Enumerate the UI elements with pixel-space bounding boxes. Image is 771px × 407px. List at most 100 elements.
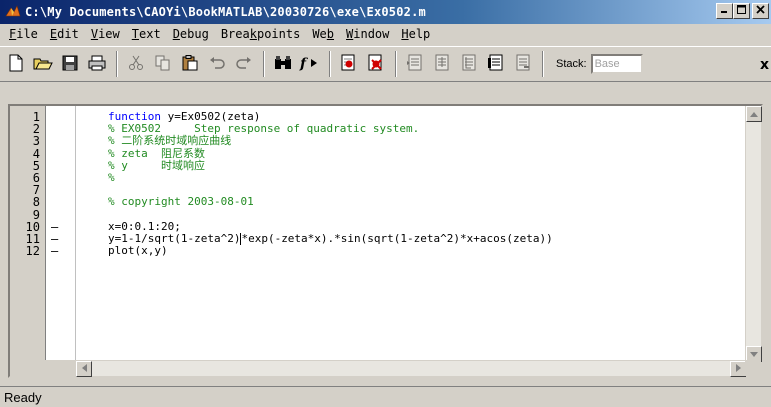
- set-breakpoint-button[interactable]: [337, 52, 361, 76]
- menu-breakpoints[interactable]: Breakpoints: [215, 27, 307, 41]
- copy-icon: [155, 55, 171, 74]
- exit-debug-icon: [514, 54, 532, 75]
- line-number: 8: [32, 195, 40, 210]
- code-line[interactable]: %: [108, 172, 115, 184]
- toolbar-separator: [395, 51, 397, 77]
- step-in-icon: [433, 54, 451, 75]
- paste-icon: [182, 54, 198, 74]
- menu-window[interactable]: Window: [340, 27, 395, 41]
- close-icon: [756, 5, 765, 17]
- new-file-button[interactable]: [4, 52, 28, 76]
- new-file-icon: [8, 54, 24, 75]
- undo-button[interactable]: [205, 52, 229, 76]
- vertical-scrollbar[interactable]: [745, 106, 762, 362]
- redo-icon: [236, 56, 252, 73]
- menu-edit[interactable]: Edit: [44, 27, 85, 41]
- matlab-editor-window: C:\My Documents\CAOYi\BookMATLAB\2003072…: [0, 0, 771, 407]
- print-button[interactable]: [85, 52, 109, 76]
- line-number: 12: [25, 244, 40, 259]
- scroll-left-button[interactable]: [76, 361, 92, 377]
- toolbar-close-icon[interactable]: x: [760, 57, 769, 73]
- code-after-cursor: *exp(-zeta*x).*sin(sqrt(1-zeta^2)*x+acos…: [241, 232, 553, 245]
- find-button[interactable]: [271, 52, 295, 76]
- code-line[interactable]: % zeta 阻尼系数: [108, 147, 205, 160]
- scrollbar-corner: [745, 360, 761, 376]
- scroll-left-icon: [81, 364, 87, 374]
- code-line[interactable]: % copyright 2003-08-01: [108, 196, 254, 208]
- code-line[interactable]: function y=Ex0502(zeta): [108, 111, 260, 123]
- code-line[interactable]: y=1-1/sqrt(1-zeta^2)*exp(-zeta*x).*sin(s…: [108, 233, 553, 245]
- line-number: 10: [25, 219, 40, 234]
- breakpoint-dash[interactable]: –: [51, 221, 58, 233]
- save-button[interactable]: [58, 52, 82, 76]
- set-breakpoint-icon: [340, 54, 358, 75]
- open-button[interactable]: [31, 52, 55, 76]
- scroll-right-icon: [735, 364, 741, 374]
- code-line[interactable]: plot(x,y): [108, 245, 168, 257]
- clear-breakpoint-icon: [367, 54, 385, 75]
- stack-dropdown[interactable]: Base: [590, 54, 643, 74]
- exit-debug-button[interactable]: [511, 52, 535, 76]
- toolbar-separator: [263, 51, 265, 77]
- toolbar-separator: [542, 51, 544, 77]
- paste-button[interactable]: [178, 52, 202, 76]
- title-bar[interactable]: C:\My Documents\CAOYi\BookMATLAB\2003072…: [0, 0, 771, 24]
- step-in-button[interactable]: [430, 52, 454, 76]
- maximize-button[interactable]: [733, 3, 750, 19]
- menu-file[interactable]: File: [3, 27, 44, 41]
- undo-icon: [209, 56, 225, 73]
- find-icon: [274, 55, 292, 74]
- redo-button[interactable]: [232, 52, 256, 76]
- line-number: 7: [32, 183, 40, 198]
- breakpoint-column[interactable]: – – –: [46, 106, 76, 362]
- breakpoint-dash[interactable]: –: [51, 245, 58, 257]
- status-bar: Ready: [0, 386, 771, 407]
- matlab-logo-icon: [5, 4, 21, 20]
- line-number: 4: [32, 146, 40, 161]
- code-area[interactable]: function y=Ex0502(zeta)% EX0502 Step res…: [76, 106, 746, 362]
- scroll-down-icon: [750, 350, 758, 359]
- line-number: 11: [25, 232, 40, 246]
- function-signature: y=Ex0502(zeta): [160, 110, 261, 123]
- copy-button[interactable]: [151, 52, 175, 76]
- line-number: 2: [32, 122, 40, 137]
- step-button[interactable]: [403, 52, 427, 76]
- menu-web[interactable]: Web: [306, 27, 340, 41]
- svg-text:f: f: [299, 56, 309, 71]
- toolbar: f Stack: Base x: [0, 46, 771, 82]
- breakpoint-dash[interactable]: –: [51, 233, 58, 245]
- status-text: Ready: [4, 389, 42, 405]
- horizontal-scrollbar[interactable]: [76, 360, 746, 377]
- save-icon: [62, 55, 78, 74]
- line-number: 5: [32, 158, 40, 173]
- step-out-button[interactable]: [457, 52, 481, 76]
- toolbar-separator: [116, 51, 118, 77]
- menu-bar: File Edit View Text Debug Breakpoints Web Windo…: [0, 24, 771, 44]
- toolbar-separator: [329, 51, 331, 77]
- minimize-button[interactable]: [716, 3, 733, 19]
- gutter-bottom: [10, 360, 76, 376]
- code-editor[interactable]: 1 2 3 4 5 6 7 8 9 10 11 12 – – – function y=Ex0502(ze…: [8, 104, 763, 378]
- scroll-up-button[interactable]: [746, 106, 762, 122]
- function-icon: f: [299, 55, 321, 74]
- menu-view[interactable]: View: [85, 27, 126, 41]
- code-line[interactable]: % 二阶系统时域响应曲线: [108, 135, 231, 147]
- line-number: 6: [32, 171, 40, 185]
- continue-button[interactable]: [484, 52, 508, 76]
- menu-text[interactable]: Text: [126, 27, 167, 41]
- menu-help[interactable]: Help: [395, 27, 436, 41]
- stack-label: Stack:: [556, 58, 587, 70]
- line-number: 3: [32, 134, 40, 149]
- continue-icon: [487, 54, 505, 75]
- scroll-right-button[interactable]: [730, 361, 746, 377]
- open-folder-icon: [33, 55, 53, 74]
- menu-debug[interactable]: Debug: [167, 27, 215, 41]
- close-button[interactable]: [752, 3, 769, 19]
- print-icon: [88, 55, 106, 74]
- cut-icon: [128, 55, 144, 74]
- function-button[interactable]: f: [298, 52, 322, 76]
- cut-button[interactable]: [124, 52, 148, 76]
- code-line[interactable]: % y 时域响应: [108, 159, 205, 172]
- code-line[interactable]: x=0:0.1:20;: [108, 220, 181, 233]
- clear-breakpoint-button[interactable]: [364, 52, 388, 76]
